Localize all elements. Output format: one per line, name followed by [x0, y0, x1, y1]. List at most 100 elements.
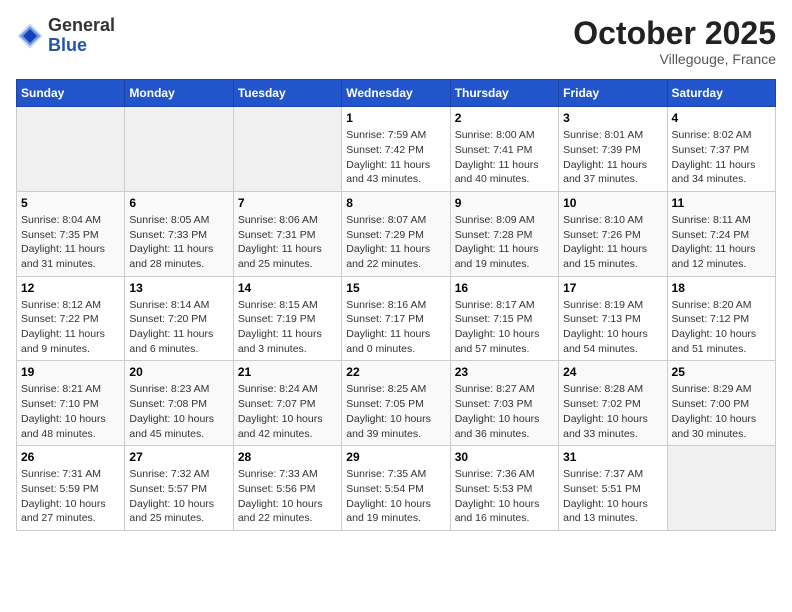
week-row-2: 5Sunrise: 8:04 AMSunset: 7:35 PMDaylight… — [17, 191, 776, 276]
day-cell: 29 Sunrise: 7:35 AMSunset: 5:54 PMDayligh… — [342, 446, 450, 531]
day-info: Sunrise: 8:20 AMSunset: 7:12 PMDaylight:… — [672, 298, 771, 357]
day-number: 6 — [129, 196, 228, 210]
day-info: Sunrise: 8:19 AMSunset: 7:13 PMDaylight:… — [563, 298, 662, 357]
day-number: 28 — [238, 450, 337, 464]
day-cell: 12 Sunrise: 8:12 AMSunset: 7:22 PMDayligh… — [17, 276, 125, 361]
day-cell: 2 Sunrise: 8:00 AMSunset: 7:41 PMDaylight… — [450, 107, 558, 192]
day-number: 30 — [455, 450, 554, 464]
header-cell-sunday: Sunday — [17, 80, 125, 107]
day-info: Sunrise: 8:16 AMSunset: 7:17 PMDaylight:… — [346, 298, 445, 357]
day-cell: 13 Sunrise: 8:14 AMSunset: 7:20 PMDayligh… — [125, 276, 233, 361]
day-number: 19 — [21, 365, 120, 379]
day-info: Sunrise: 8:24 AMSunset: 7:07 PMDaylight:… — [238, 382, 337, 441]
page-header: General Blue October 2025 Villegouge, Fr… — [16, 16, 776, 67]
day-info: Sunrise: 7:36 AMSunset: 5:53 PMDaylight:… — [455, 467, 554, 526]
day-cell: 10Sunrise: 8:10 AMSunset: 7:26 PMDayligh… — [559, 191, 667, 276]
day-number: 3 — [563, 111, 662, 125]
day-info: Sunrise: 8:29 AMSunset: 7:00 PMDaylight:… — [672, 382, 771, 441]
day-info: Sunrise: 8:07 AMSunset: 7:29 PMDaylight:… — [346, 213, 445, 272]
header-cell-thursday: Thursday — [450, 80, 558, 107]
day-info: Sunrise: 7:37 AMSunset: 5:51 PMDaylight:… — [563, 467, 662, 526]
week-row-4: 19Sunrise: 8:21 AMSunset: 7:10 PMDayligh… — [17, 361, 776, 446]
day-number: 11 — [672, 196, 771, 210]
day-number: 31 — [563, 450, 662, 464]
title-block: October 2025 Villegouge, France — [573, 16, 776, 67]
header-cell-saturday: Saturday — [667, 80, 775, 107]
logo-general: General — [48, 15, 115, 35]
day-cell: 28Sunrise: 7:33 AMSunset: 5:56 PMDayligh… — [233, 446, 341, 531]
day-cell: 22Sunrise: 8:25 AMSunset: 7:05 PMDayligh… — [342, 361, 450, 446]
header-cell-monday: Monday — [125, 80, 233, 107]
day-number: 21 — [238, 365, 337, 379]
day-info: Sunrise: 8:02 AMSunset: 7:37 PMDaylight:… — [672, 128, 771, 187]
week-row-5: 26Sunrise: 7:31 AMSunset: 5:59 PMDayligh… — [17, 446, 776, 531]
day-info: Sunrise: 8:25 AMSunset: 7:05 PMDaylight:… — [346, 382, 445, 441]
day-number: 27 — [129, 450, 228, 464]
day-cell: 6 Sunrise: 8:05 AMSunset: 7:33 PMDaylight… — [125, 191, 233, 276]
day-cell: 26Sunrise: 7:31 AMSunset: 5:59 PMDayligh… — [17, 446, 125, 531]
day-info: Sunrise: 8:06 AMSunset: 7:31 PMDaylight:… — [238, 213, 337, 272]
day-cell: 8 Sunrise: 8:07 AMSunset: 7:29 PMDaylight… — [342, 191, 450, 276]
day-cell: 20Sunrise: 8:23 AMSunset: 7:08 PMDayligh… — [125, 361, 233, 446]
day-number: 2 — [455, 111, 554, 125]
day-cell — [667, 446, 775, 531]
logo: General Blue — [16, 16, 115, 56]
day-info: Sunrise: 8:10 AMSunset: 7:26 PMDaylight:… — [563, 213, 662, 272]
day-cell — [233, 107, 341, 192]
day-number: 13 — [129, 281, 228, 295]
day-info: Sunrise: 7:35 AMSunset: 5:54 PMDaylight:… — [346, 467, 445, 526]
day-number: 26 — [21, 450, 120, 464]
day-cell: 7 Sunrise: 8:06 AMSunset: 7:31 PMDaylight… — [233, 191, 341, 276]
day-info: Sunrise: 7:59 AMSunset: 7:42 PMDaylight:… — [346, 128, 445, 187]
day-cell: 23 Sunrise: 8:27 AMSunset: 7:03 PMDayligh… — [450, 361, 558, 446]
day-info: Sunrise: 8:05 AMSunset: 7:33 PMDaylight:… — [129, 213, 228, 272]
day-number: 7 — [238, 196, 337, 210]
day-info: Sunrise: 8:27 AMSunset: 7:03 PMDaylight:… — [455, 382, 554, 441]
header-row: SundayMondayTuesdayWednesdayThursdayFrid… — [17, 80, 776, 107]
day-cell: 5Sunrise: 8:04 AMSunset: 7:35 PMDaylight… — [17, 191, 125, 276]
day-cell: 18 Sunrise: 8:20 AMSunset: 7:12 PMDayligh… — [667, 276, 775, 361]
day-info: Sunrise: 8:23 AMSunset: 7:08 PMDaylight:… — [129, 382, 228, 441]
month-title: October 2025 — [573, 16, 776, 51]
day-cell: 19Sunrise: 8:21 AMSunset: 7:10 PMDayligh… — [17, 361, 125, 446]
day-number: 1 — [346, 111, 445, 125]
header-cell-wednesday: Wednesday — [342, 80, 450, 107]
week-row-1: 1 Sunrise: 7:59 AMSunset: 7:42 PMDaylight… — [17, 107, 776, 192]
day-number: 23 — [455, 365, 554, 379]
day-cell: 3Sunrise: 8:01 AMSunset: 7:39 PMDaylight… — [559, 107, 667, 192]
day-number: 24 — [563, 365, 662, 379]
location: Villegouge, France — [573, 51, 776, 67]
logo-blue: Blue — [48, 35, 87, 55]
day-number: 8 — [346, 196, 445, 210]
day-cell: 24 Sunrise: 8:28 AMSunset: 7:02 PMDayligh… — [559, 361, 667, 446]
week-row-3: 12 Sunrise: 8:12 AMSunset: 7:22 PMDayligh… — [17, 276, 776, 361]
header-cell-tuesday: Tuesday — [233, 80, 341, 107]
day-cell — [125, 107, 233, 192]
logo-icon — [16, 22, 44, 50]
day-info: Sunrise: 8:04 AMSunset: 7:35 PMDaylight:… — [21, 213, 120, 272]
day-info: Sunrise: 8:17 AMSunset: 7:15 PMDaylight:… — [455, 298, 554, 357]
day-cell: 1 Sunrise: 7:59 AMSunset: 7:42 PMDaylight… — [342, 107, 450, 192]
calendar-body: 1 Sunrise: 7:59 AMSunset: 7:42 PMDaylight… — [17, 107, 776, 531]
day-number: 12 — [21, 281, 120, 295]
day-cell: 30 Sunrise: 7:36 AMSunset: 5:53 PMDayligh… — [450, 446, 558, 531]
day-number: 4 — [672, 111, 771, 125]
day-cell: 31 Sunrise: 7:37 AMSunset: 5:51 PMDayligh… — [559, 446, 667, 531]
day-info: Sunrise: 7:32 AMSunset: 5:57 PMDaylight:… — [129, 467, 228, 526]
day-number: 17 — [563, 281, 662, 295]
day-cell: 15 Sunrise: 8:16 AMSunset: 7:17 PMDayligh… — [342, 276, 450, 361]
day-cell: 14Sunrise: 8:15 AMSunset: 7:19 PMDayligh… — [233, 276, 341, 361]
day-info: Sunrise: 8:28 AMSunset: 7:02 PMDaylight:… — [563, 382, 662, 441]
calendar-table: SundayMondayTuesdayWednesdayThursdayFrid… — [16, 79, 776, 531]
logo-text: General Blue — [48, 16, 115, 56]
day-cell: 21 Sunrise: 8:24 AMSunset: 7:07 PMDayligh… — [233, 361, 341, 446]
day-number: 16 — [455, 281, 554, 295]
day-number: 25 — [672, 365, 771, 379]
day-info: Sunrise: 8:12 AMSunset: 7:22 PMDaylight:… — [21, 298, 120, 357]
day-number: 18 — [672, 281, 771, 295]
day-number: 15 — [346, 281, 445, 295]
day-info: Sunrise: 8:14 AMSunset: 7:20 PMDaylight:… — [129, 298, 228, 357]
day-info: Sunrise: 8:00 AMSunset: 7:41 PMDaylight:… — [455, 128, 554, 187]
day-number: 29 — [346, 450, 445, 464]
day-cell: 25 Sunrise: 8:29 AMSunset: 7:00 PMDayligh… — [667, 361, 775, 446]
